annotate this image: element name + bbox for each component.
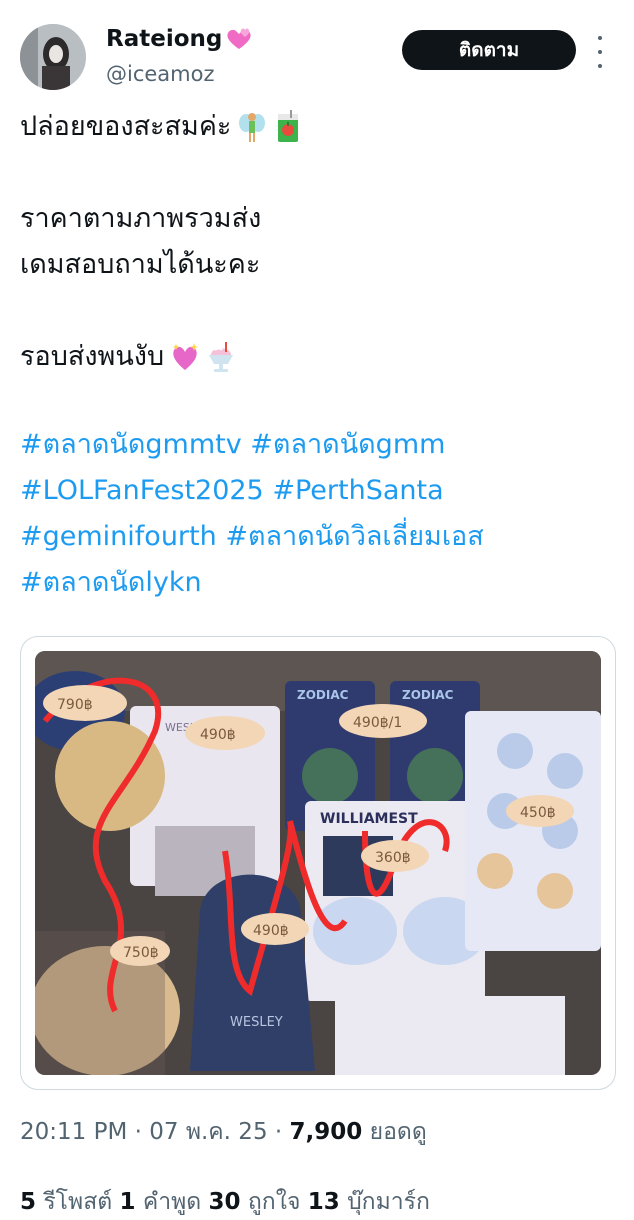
hashtag-link[interactable]: #LOLFanFest2025 xyxy=(20,475,264,506)
price-tag: 490฿/1 xyxy=(339,704,427,738)
bookmarks-label[interactable]: บุ๊กมาร์ก xyxy=(347,1189,430,1215)
bookmarks-count[interactable]: 13 xyxy=(308,1189,340,1215)
photo-label: WILLIAMEST xyxy=(320,811,418,827)
media-card[interactable]: WESLEY ZODIAC ZODIAC WILLIAMEST WESLEY xyxy=(20,636,616,1090)
tweet-line: ปล่อยของสะสมค่ะ xyxy=(20,111,232,142)
merch-photo: WESLEY ZODIAC ZODIAC WILLIAMEST WESLEY xyxy=(35,651,601,1075)
reposts-label[interactable]: รีโพสต์ xyxy=(43,1189,112,1215)
hashtag-link[interactable]: #PerthSanta xyxy=(272,475,443,506)
quotes-count[interactable]: 1 xyxy=(119,1189,135,1215)
tweet-meta: 20:11 PM · 07 พ.ค. 25 · 7,900 ยอดดู xyxy=(20,1114,427,1150)
juice-box-emoji-icon xyxy=(278,110,299,142)
tweet-line: ราคาตามภาพรวมส่ง xyxy=(20,203,262,234)
tweet-photo[interactable]: WESLEY ZODIAC ZODIAC WILLIAMEST WESLEY xyxy=(35,651,601,1075)
price-tag: 360฿ xyxy=(361,840,429,872)
user-handle[interactable]: @iceamoz xyxy=(106,62,215,86)
price-text: 490฿ xyxy=(253,923,289,939)
price-tag: 490฿ xyxy=(185,716,265,750)
price-tag: 490฿ xyxy=(241,913,309,945)
avatar-photo xyxy=(20,24,86,90)
views-label: ยอดดู xyxy=(369,1119,427,1145)
hashtag-link[interactable]: #ตลาดนัดgmmtv xyxy=(20,429,242,460)
price-tag: 790฿ xyxy=(43,685,127,721)
shaved-ice-emoji-icon xyxy=(209,342,234,372)
tweet-text: ปล่อยของสะสมค่ะ ราคาตามภาพรวมส่ง เดมสอบถ… xyxy=(20,104,620,380)
photo-label: ZODIAC xyxy=(402,688,454,702)
sparkling-heart-emoji-icon xyxy=(173,343,199,370)
price-tag: 450฿ xyxy=(506,795,574,827)
fairy-emoji-icon xyxy=(239,113,266,142)
quotes-label[interactable]: คำพูด xyxy=(143,1189,201,1215)
price-text: 490฿ xyxy=(200,727,236,743)
hashtag-link[interactable]: #ตลาดนัดgmm xyxy=(250,429,445,460)
price-tag: 750฿ xyxy=(110,936,170,966)
tweet-time[interactable]: 20:11 PM xyxy=(20,1119,127,1145)
hashtags: #ตลาดนัดgmmtv #ตลาดนัดgmm #LOLFanFest202… xyxy=(20,422,630,606)
separator: · xyxy=(274,1119,283,1145)
display-name[interactable]: Rateiong xyxy=(106,26,222,52)
price-text: 790฿ xyxy=(57,697,93,713)
price-text: 750฿ xyxy=(123,945,159,961)
likes-label[interactable]: ถูกใจ xyxy=(248,1189,301,1215)
tweet-stats: 5 รีโพสต์ 1 คำพูด 30 ถูกใจ 13 บุ๊กมาร์ก xyxy=(20,1184,430,1220)
hashtag-link[interactable]: #geminifourth xyxy=(20,521,217,552)
tweet-header: Rateiong @iceamoz ติดตาม xyxy=(20,18,620,94)
hashtag-link[interactable]: #ตลาดนัดlykn xyxy=(20,567,202,598)
tweet-line: รอบส่งพนงับ xyxy=(20,341,165,372)
tweet-line: เดมสอบถามได้นะคะ xyxy=(20,249,261,280)
hashtag-link[interactable]: #ตลาดนัดวิลเลี่ยมเอส xyxy=(225,521,483,552)
separator: · xyxy=(134,1119,142,1145)
price-text: 490฿/1 xyxy=(353,715,402,731)
price-text: 450฿ xyxy=(520,805,556,821)
avatar[interactable] xyxy=(20,24,86,90)
tweet-date[interactable]: 07 พ.ค. 25 xyxy=(149,1119,267,1145)
price-text: 360฿ xyxy=(375,850,411,866)
reposts-count[interactable]: 5 xyxy=(20,1189,36,1215)
photo-label: ZODIAC xyxy=(297,688,349,702)
likes-count[interactable]: 30 xyxy=(209,1189,241,1215)
views-count: 7,900 xyxy=(289,1119,363,1145)
more-vertical-icon[interactable] xyxy=(590,36,610,68)
photo-label: WESLEY xyxy=(230,1015,283,1030)
follow-button[interactable]: ติดตาม xyxy=(402,30,576,70)
heart-icon xyxy=(227,28,251,49)
